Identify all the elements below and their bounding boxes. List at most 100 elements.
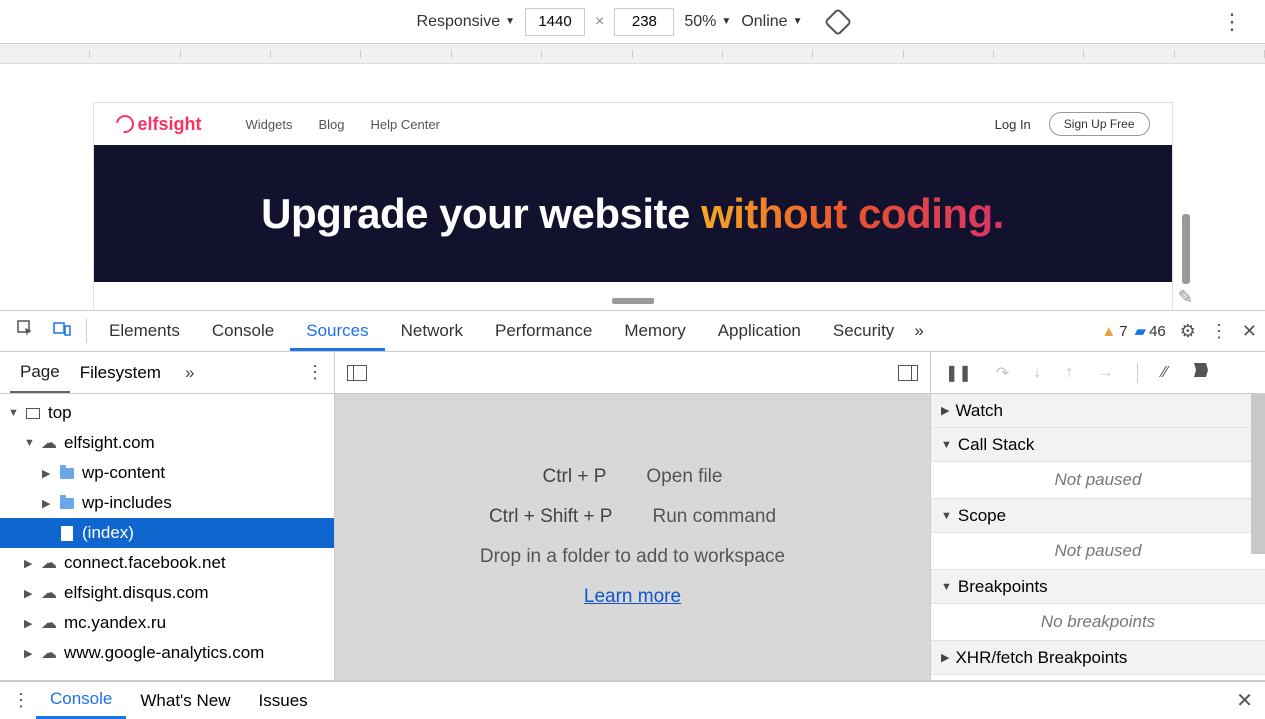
- dimension-separator: ×: [595, 13, 604, 31]
- cloud-icon: ☁: [40, 613, 58, 633]
- nav-menu-icon[interactable]: ⋮: [306, 362, 324, 383]
- debugger-pane: ❚❚ ↷ ↓ ↑ → ⁄⁄ ▶Watch ▼Call Stack Not pau…: [931, 352, 1265, 680]
- device-mode-icon[interactable]: [52, 320, 72, 343]
- nav-tab-filesystem[interactable]: Filesystem: [70, 352, 171, 393]
- hero-text-accent: without coding.: [701, 190, 1004, 237]
- frame-icon: [26, 408, 40, 419]
- folder-icon: [60, 498, 74, 509]
- sources-panel: Page Filesystem » ⋮ ▼top ▼☁elfsight.com …: [0, 352, 1265, 681]
- step-icon[interactable]: →: [1097, 364, 1113, 382]
- step-into-icon[interactable]: ↓: [1033, 364, 1041, 382]
- tab-security[interactable]: Security: [817, 311, 910, 351]
- tree-folder-wpincludes[interactable]: ▶wp-includes: [0, 488, 334, 518]
- learn-more-link[interactable]: Learn more: [584, 586, 681, 608]
- hint-openfile-key: Ctrl + P: [543, 466, 607, 488]
- zoom-dropdown[interactable]: 50%: [684, 13, 731, 31]
- warning-icon: ▲: [1101, 323, 1116, 340]
- drawer-tab-whatsnew[interactable]: What's New: [126, 682, 244, 719]
- tab-console[interactable]: Console: [196, 311, 290, 351]
- settings-icon[interactable]: ⚙: [1180, 321, 1196, 342]
- step-over-icon[interactable]: ↷: [996, 363, 1009, 383]
- scope-body: Not paused: [931, 533, 1265, 570]
- device-toolbar-menu-icon[interactable]: ⋮: [1221, 9, 1243, 35]
- viewport-height-input[interactable]: [614, 8, 674, 36]
- viewport-preview: elfsight Widgets Blog Help Center Log In…: [0, 64, 1265, 310]
- tree-folder-wpcontent[interactable]: ▶wp-content: [0, 458, 334, 488]
- debugger-scrollbar[interactable]: [1251, 394, 1265, 554]
- viewport-width-input[interactable]: [525, 8, 585, 36]
- elfsight-logo-icon: [112, 111, 137, 136]
- section-callstack[interactable]: ▼Call Stack: [931, 428, 1265, 462]
- login-link[interactable]: Log In: [995, 117, 1031, 132]
- site-hero: Upgrade your website without coding.: [94, 145, 1172, 282]
- tab-performance[interactable]: Performance: [479, 311, 608, 351]
- toggle-debugger-icon[interactable]: [898, 365, 918, 381]
- tree-domain-yandex[interactable]: ▶☁mc.yandex.ru: [0, 608, 334, 638]
- cloud-icon: ☁: [40, 433, 58, 453]
- issues-badges[interactable]: ▲7 ▰46: [1101, 322, 1165, 340]
- nav-blog[interactable]: Blog: [318, 117, 344, 132]
- nav-help[interactable]: Help Center: [371, 117, 440, 132]
- folder-icon: [60, 468, 74, 479]
- signup-button[interactable]: Sign Up Free: [1049, 112, 1150, 136]
- cloud-icon: ☁: [40, 643, 58, 663]
- drawer-tab-issues[interactable]: Issues: [245, 682, 322, 719]
- sources-navigator: Page Filesystem » ⋮ ▼top ▼☁elfsight.com …: [0, 352, 335, 680]
- resize-grip[interactable]: [612, 298, 654, 304]
- hint-runcmd-key: Ctrl + Shift + P: [489, 506, 613, 528]
- callstack-body: Not paused: [931, 462, 1265, 499]
- devtools-menu-icon[interactable]: ⋮: [1210, 321, 1228, 342]
- tree-file-index[interactable]: (index): [0, 518, 334, 548]
- editor-pane: Ctrl + POpen file Ctrl + Shift + PRun co…: [335, 352, 931, 680]
- drawer-menu-icon[interactable]: ⋮: [12, 690, 30, 711]
- deactivate-breakpoints-icon[interactable]: ⁄⁄: [1162, 364, 1167, 382]
- file-icon: [61, 526, 73, 541]
- nav-widgets[interactable]: Widgets: [246, 117, 293, 132]
- tab-elements[interactable]: Elements: [93, 311, 196, 351]
- hero-text-prefix: Upgrade your website: [261, 190, 701, 237]
- preview-frame: elfsight Widgets Blog Help Center Log In…: [93, 102, 1173, 310]
- tab-sources[interactable]: Sources: [290, 311, 384, 351]
- editor-placeholder: Ctrl + POpen file Ctrl + Shift + PRun co…: [335, 394, 930, 680]
- drawer-close-icon[interactable]: ✕: [1236, 688, 1253, 713]
- pause-exceptions-icon[interactable]: [1192, 361, 1210, 384]
- tree-domain[interactable]: ▼☁elfsight.com: [0, 428, 334, 458]
- viewport-ruler: [0, 44, 1265, 64]
- drawer: ⋮ Console What's New Issues ✕: [0, 681, 1265, 719]
- tab-network[interactable]: Network: [385, 311, 479, 351]
- section-breakpoints[interactable]: ▼Breakpoints: [931, 570, 1265, 604]
- inspect-element-icon[interactable]: [16, 320, 36, 343]
- tree-domain-ga[interactable]: ▶☁www.google-analytics.com: [0, 638, 334, 668]
- cloud-icon: ☁: [40, 583, 58, 603]
- drawer-tab-console[interactable]: Console: [36, 682, 126, 719]
- file-tree: ▼top ▼☁elfsight.com ▶wp-content ▶wp-incl…: [0, 394, 334, 680]
- nav-tab-page[interactable]: Page: [10, 352, 70, 393]
- cloud-icon: ☁: [40, 553, 58, 573]
- pause-icon[interactable]: ❚❚: [945, 363, 972, 383]
- tab-application[interactable]: Application: [702, 311, 817, 351]
- hint-drop: Drop in a folder to add to workspace: [480, 546, 785, 568]
- section-watch[interactable]: ▶Watch: [931, 394, 1265, 428]
- toggle-navigator-icon[interactable]: [347, 365, 367, 381]
- tree-domain-disqus[interactable]: ▶☁elfsight.disqus.com: [0, 578, 334, 608]
- responsive-dropdown[interactable]: Responsive: [417, 13, 516, 31]
- close-devtools-icon[interactable]: ✕: [1242, 321, 1257, 342]
- site-logo-text: elfsight: [138, 114, 202, 135]
- device-toolbar: Responsive × 50% Online ⋮: [0, 0, 1265, 44]
- breakpoints-body: No breakpoints: [931, 604, 1265, 641]
- tree-domain-facebook[interactable]: ▶☁connect.facebook.net: [0, 548, 334, 578]
- site-logo[interactable]: elfsight: [116, 114, 202, 135]
- preview-scrollbar[interactable]: [1182, 214, 1190, 284]
- more-tabs-icon[interactable]: »: [914, 321, 923, 341]
- section-xhr[interactable]: ▶XHR/fetch Breakpoints: [931, 641, 1265, 675]
- step-out-icon[interactable]: ↑: [1065, 364, 1073, 382]
- nav-more-tabs-icon[interactable]: »: [185, 363, 194, 383]
- section-scope[interactable]: ▼Scope: [931, 499, 1265, 533]
- edit-icon[interactable]: ✎: [1178, 287, 1193, 308]
- hint-runcmd-label: Run command: [652, 506, 776, 528]
- tree-top[interactable]: ▼top: [0, 398, 334, 428]
- message-icon: ▰: [1135, 322, 1147, 340]
- throttle-dropdown[interactable]: Online: [741, 13, 802, 31]
- tab-memory[interactable]: Memory: [608, 311, 701, 351]
- rotate-icon[interactable]: [824, 7, 852, 35]
